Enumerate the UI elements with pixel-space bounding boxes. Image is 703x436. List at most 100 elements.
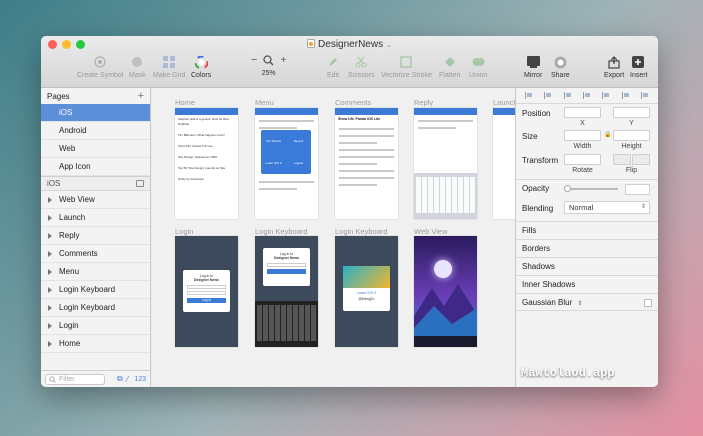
mask-button[interactable]: Mask [129,54,146,79]
add-page-icon[interactable]: + [138,90,144,102]
edit-button[interactable]: Edit [327,54,339,79]
artboard-menu[interactable]: Top Stories Recent Learn iOS 9 Logout [255,108,318,219]
align-middle-icon[interactable] [602,92,610,99]
page-item-web[interactable]: Web [41,140,150,158]
layer-reply[interactable]: Reply [41,227,150,245]
scissors-button[interactable]: Scissors [348,54,374,79]
artboard-label-login-keyboard-2[interactable]: Login Keyboard [335,227,388,236]
colors-button[interactable]: Colors [191,54,211,79]
artboard-label-web-view[interactable]: Web View [414,227,448,236]
artboard-comments[interactable]: Show DN: Panda iOS Lite [335,108,398,219]
artboard-login-keyboard[interactable]: Log in to Designer News [255,236,318,347]
disclosure-triangle-icon[interactable] [48,322,52,329]
disclosure-triangle-icon[interactable] [48,286,52,293]
align-top-icon[interactable] [582,92,591,99]
layer-label: Login Keyboard [59,284,116,294]
align-center-icon[interactable] [544,92,552,99]
layer-web-view[interactable]: Web View [41,191,150,209]
disclosure-triangle-icon[interactable] [48,232,52,239]
export-button[interactable]: Export [604,54,624,79]
disclosure-triangle-icon[interactable] [48,340,52,347]
placeholder-line [339,156,394,158]
flip-horizontal-button[interactable] [613,154,631,165]
insert-button[interactable]: Insert [630,54,648,79]
placeholder-line [418,127,456,129]
layer-home[interactable]: Home [41,335,150,353]
layer-label: Launch [59,212,86,222]
height-field[interactable] [613,130,650,141]
canvas[interactable]: Home Menu Comments Reply Launch Stephen … [152,88,515,387]
borders-section[interactable]: Borders [516,239,658,257]
flatten-button[interactable]: Flatten [439,54,460,79]
gaussian-blur-label: Gaussian Blur [522,298,573,307]
gaussian-blur-checkbox[interactable] [644,299,652,307]
blending-select[interactable]: Normal ⇕ [564,201,650,214]
menu-item-logout: Logout [293,161,304,165]
disclosure-triangle-icon[interactable] [48,250,52,257]
learn-author: @MengTo [358,297,375,301]
artboard-login-keyboard-2[interactable]: Learn iOS 9 @MengTo [335,236,398,347]
mirror-button[interactable]: Mirror [524,54,542,79]
artboard-label-login[interactable]: Login [175,227,193,236]
lock-icon[interactable]: 🔒 [604,131,611,138]
layer-menu[interactable]: Menu [41,263,150,281]
alignment-toolbar [516,88,658,104]
slices-icon[interactable]: ⁄ [127,375,128,384]
page-item-android[interactable]: Android [41,122,150,140]
symbols-icon[interactable]: ⧉ [117,374,123,384]
make-grid-button[interactable]: Make Grid [153,54,185,79]
share-button[interactable]: Share [551,54,570,79]
width-field[interactable] [564,130,601,141]
rotate-field[interactable] [564,154,601,165]
align-bottom-icon[interactable] [621,92,630,99]
password-field [187,291,226,295]
union-button[interactable]: Union [469,54,487,79]
mask-icon [131,54,143,70]
page-item-app-icon[interactable]: App Icon [41,158,150,176]
artboard-reply[interactable] [414,108,477,219]
filter-input[interactable]: Filter [45,373,105,385]
distribute-icon[interactable] [641,92,649,99]
artboard-label-reply[interactable]: Reply [414,98,433,107]
layer-comments[interactable]: Comments [41,245,150,263]
align-left-icon[interactable] [524,92,533,99]
align-right-icon[interactable] [563,92,572,99]
layer-launch[interactable]: Launch [41,209,150,227]
collapse-icon[interactable] [136,180,144,187]
artboard-label-home[interactable]: Home [175,98,195,107]
layer-login[interactable]: Login [41,317,150,335]
flip-label: Flip [625,167,638,174]
artboard-label-launch[interactable]: Launch [493,98,515,107]
mirror-icon [526,54,540,70]
gaussian-blur-section[interactable]: Gaussian Blur ⇕ [516,293,658,311]
disclosure-triangle-icon[interactable] [48,196,52,203]
layer-login-keyboard[interactable]: Login Keyboard [41,281,150,299]
page-item-ios[interactable]: iOS [41,104,150,122]
disclosure-triangle-icon[interactable] [48,268,52,275]
artboard-login[interactable]: Log in to Designer News Log in [175,236,238,347]
artboard-label-login-keyboard[interactable]: Login Keyboard [255,227,308,236]
opacity-field[interactable] [625,184,650,195]
position-x-field[interactable] [564,107,601,118]
layer-login-keyboard-2[interactable]: Login Keyboard [41,299,150,317]
inner-shadows-section[interactable]: Inner Shadows [516,275,658,293]
vectorize-stroke-button[interactable]: Vectorize Stroke [381,54,432,79]
flip-vertical-button[interactable] [632,154,650,165]
artboard-home[interactable]: Stephen Hall is a genius: How he Won Dri… [175,108,238,219]
create-symbol-button[interactable]: Create Symbol [77,54,123,79]
artboard-label-comments[interactable]: Comments [335,98,371,107]
artboard-web-view[interactable] [414,236,477,347]
zoom-in-button[interactable]: + [280,55,286,66]
document-title[interactable]: DesignerNews ⌄ [41,39,658,50]
disclosure-triangle-icon[interactable] [48,304,52,311]
artboard-label-menu[interactable]: Menu [255,98,274,107]
scissors-icon [355,54,367,70]
opacity-slider-knob[interactable] [564,185,571,192]
fills-section[interactable]: Fills [516,221,658,239]
disclosure-triangle-icon[interactable] [48,214,52,221]
zoom-out-button[interactable]: − [251,54,257,66]
opacity-slider[interactable] [564,188,618,190]
position-y-field[interactable] [613,107,650,118]
shadows-section[interactable]: Shadows [516,257,658,275]
artboard-launch[interactable] [493,108,515,219]
